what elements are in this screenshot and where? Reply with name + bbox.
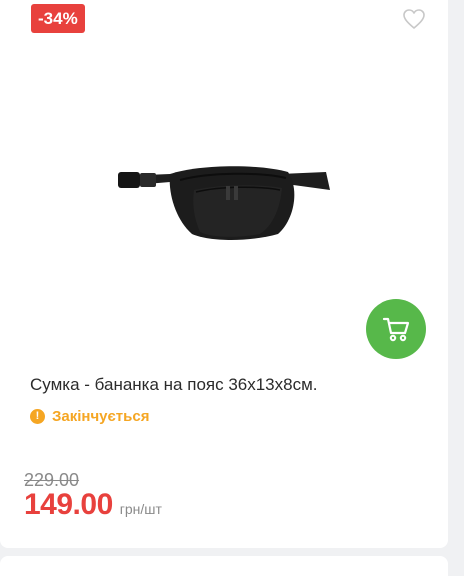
discount-badge: -34% (31, 4, 85, 33)
favorite-button[interactable] (402, 8, 426, 30)
heart-outline-icon (403, 9, 425, 29)
current-price: 149.00 (24, 488, 113, 521)
product-image[interactable] (110, 150, 336, 246)
price-row: 149.00 грн/шт (24, 488, 162, 522)
stock-status-text: Закінчується (52, 408, 150, 425)
product-card[interactable]: -34% Сумка - бананка на пояс 36х13х8см. … (0, 0, 448, 548)
stock-status: ! Закінчується (30, 408, 149, 425)
next-product-card (0, 556, 448, 576)
price-unit: грн/шт (119, 501, 162, 517)
shopping-cart-icon (382, 317, 410, 342)
exclamation-circle-icon: ! (30, 409, 45, 424)
add-to-cart-button[interactable] (366, 299, 426, 359)
product-title[interactable]: Сумка - бананка на пояс 36х13х8см. (30, 375, 318, 395)
